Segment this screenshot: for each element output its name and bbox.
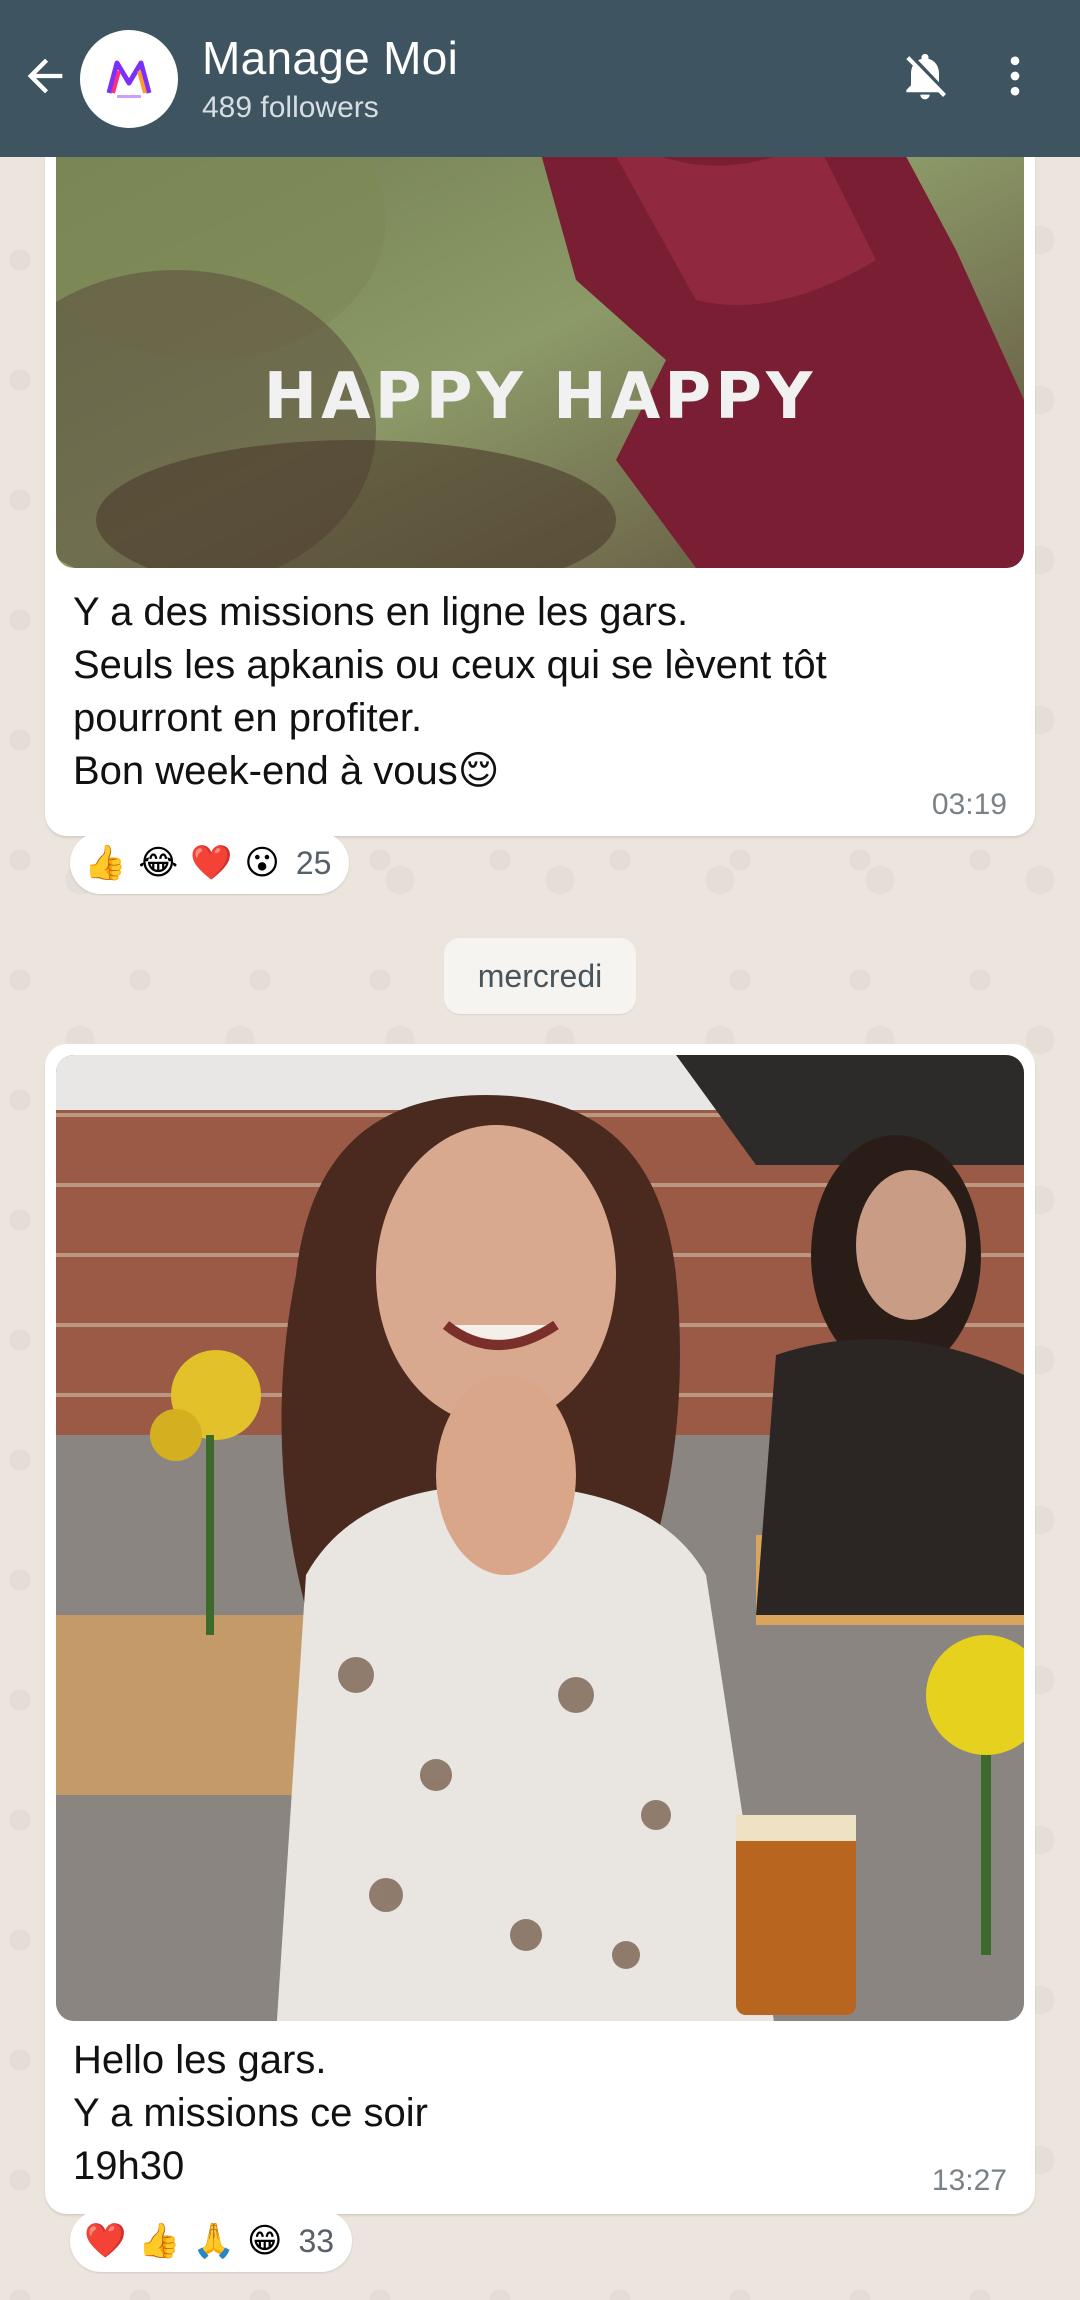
message-text: Hello les gars. Y a missions ce soir 19h… <box>73 2038 428 2188</box>
arrow-left-icon <box>19 50 71 107</box>
reactions-bar[interactable]: ❤️ 👍 🙏 😁 33 <box>70 2210 353 2272</box>
reaction-count: 25 <box>295 844 332 881</box>
mute-button[interactable] <box>880 0 970 157</box>
gif-image <box>56 1055 1024 2021</box>
message-time: 13:27 <box>931 2164 1007 2197</box>
followers-count: 489 followers <box>202 90 379 124</box>
reaction-emoji: ❤️ <box>84 2222 127 2260</box>
reaction-emoji: 😂 <box>138 844 179 882</box>
reaction-count: 33 <box>298 2222 335 2259</box>
reactions-bar[interactable]: 👍 😂 ❤️ 😮 25 <box>70 832 350 894</box>
reaction-emoji: 😮 <box>244 844 280 882</box>
reaction-emoji: 👍 <box>138 2222 181 2260</box>
channel-title-block[interactable]: Manage Moi 489 followers <box>202 30 880 128</box>
channel-avatar[interactable] <box>80 29 178 128</box>
message-bubble[interactable]: HAPPY HAPPY Y a des missions en ligne le… <box>45 100 1035 836</box>
reaction-emoji: 😁 <box>247 2222 283 2260</box>
gif-media[interactable] <box>56 1055 1024 2021</box>
bell-off-icon <box>897 48 953 109</box>
back-button[interactable] <box>10 0 80 157</box>
reaction-emoji: 👍 <box>84 844 127 882</box>
gif-media[interactable]: HAPPY HAPPY <box>56 100 1024 568</box>
message-time: 03:19 <box>931 788 1007 821</box>
message-bubble[interactable]: Hello les gars. Y a missions ce soir 19h… <box>45 1044 1035 2214</box>
gif-image: HAPPY HAPPY <box>56 100 1024 568</box>
channel-header: Manage Moi 489 followers <box>0 0 1080 157</box>
reaction-emoji: ❤️ <box>190 844 233 882</box>
more-vertical-icon <box>989 50 1041 107</box>
date-separator: mercredi <box>444 938 636 1014</box>
gif-caption: HAPPY HAPPY <box>264 360 817 434</box>
more-options-button[interactable] <box>970 0 1060 157</box>
manage-moi-logo-icon <box>106 60 152 98</box>
message-text: Y a des missions en ligne les gars. Seul… <box>73 590 827 793</box>
reaction-emoji: 🙏 <box>192 2222 236 2260</box>
channel-title: Manage Moi <box>202 31 459 84</box>
